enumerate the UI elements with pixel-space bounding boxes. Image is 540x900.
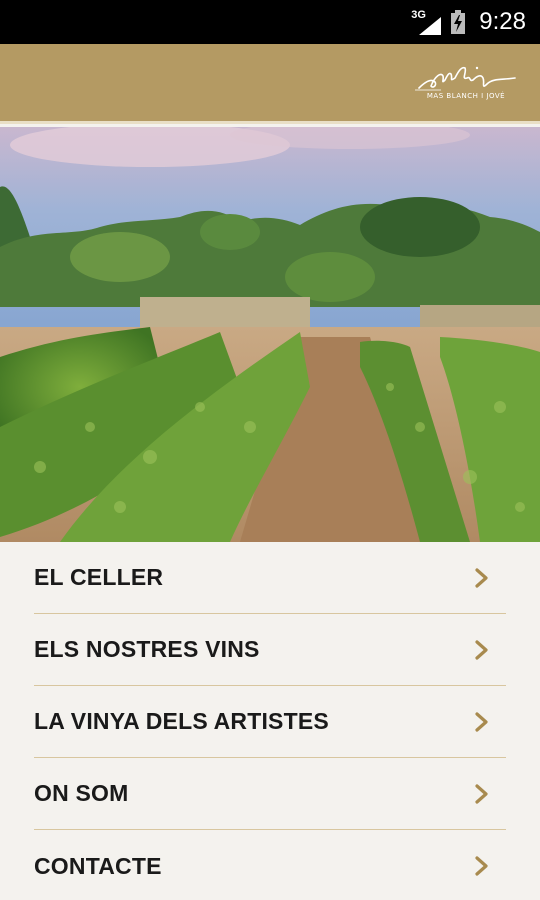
vineyard-photo <box>0 127 540 542</box>
chevron-right-icon <box>475 639 488 660</box>
menu-item-label: CONTACTE <box>34 852 162 879</box>
menu-item-label: ELS NOSTRES VINS <box>34 636 260 662</box>
clock: 9:28 <box>479 8 526 35</box>
chevron-right-icon <box>475 856 488 876</box>
status-bar: 3G 9:28 <box>0 0 540 44</box>
brand-logo[interactable]: MAS BLANCH I JOVÉ <box>404 62 528 110</box>
chevron-right-icon <box>475 783 488 804</box>
hero-image <box>0 127 540 542</box>
main-menu: EL CELLER ELS NOSTRES VINS LA VINYA DELS… <box>0 542 540 900</box>
chevron-right-icon <box>475 711 488 732</box>
chevron-right-icon <box>475 567 488 588</box>
menu-item-la-vinya-dels-artistes[interactable]: LA VINYA DELS ARTISTES <box>34 686 506 758</box>
battery-charging-icon <box>451 10 466 34</box>
signature-logo-icon <box>415 66 516 91</box>
menu-item-label: LA VINYA DELS ARTISTES <box>34 708 329 734</box>
menu-item-els-nostres-vins[interactable]: ELS NOSTRES VINS <box>34 614 506 686</box>
signal-icon: 3G <box>411 9 442 35</box>
logo-text: MAS BLANCH I JOVÉ <box>426 92 506 100</box>
menu-item-contacte[interactable]: CONTACTE <box>34 830 506 900</box>
menu-item-label: ON SOM <box>34 780 129 806</box>
app-header: MAS BLANCH I JOVÉ <box>0 44 540 124</box>
menu-item-label: EL CELLER <box>34 564 164 590</box>
menu-item-on-som[interactable]: ON SOM <box>34 758 506 830</box>
menu-item-el-celler[interactable]: EL CELLER <box>34 542 506 614</box>
